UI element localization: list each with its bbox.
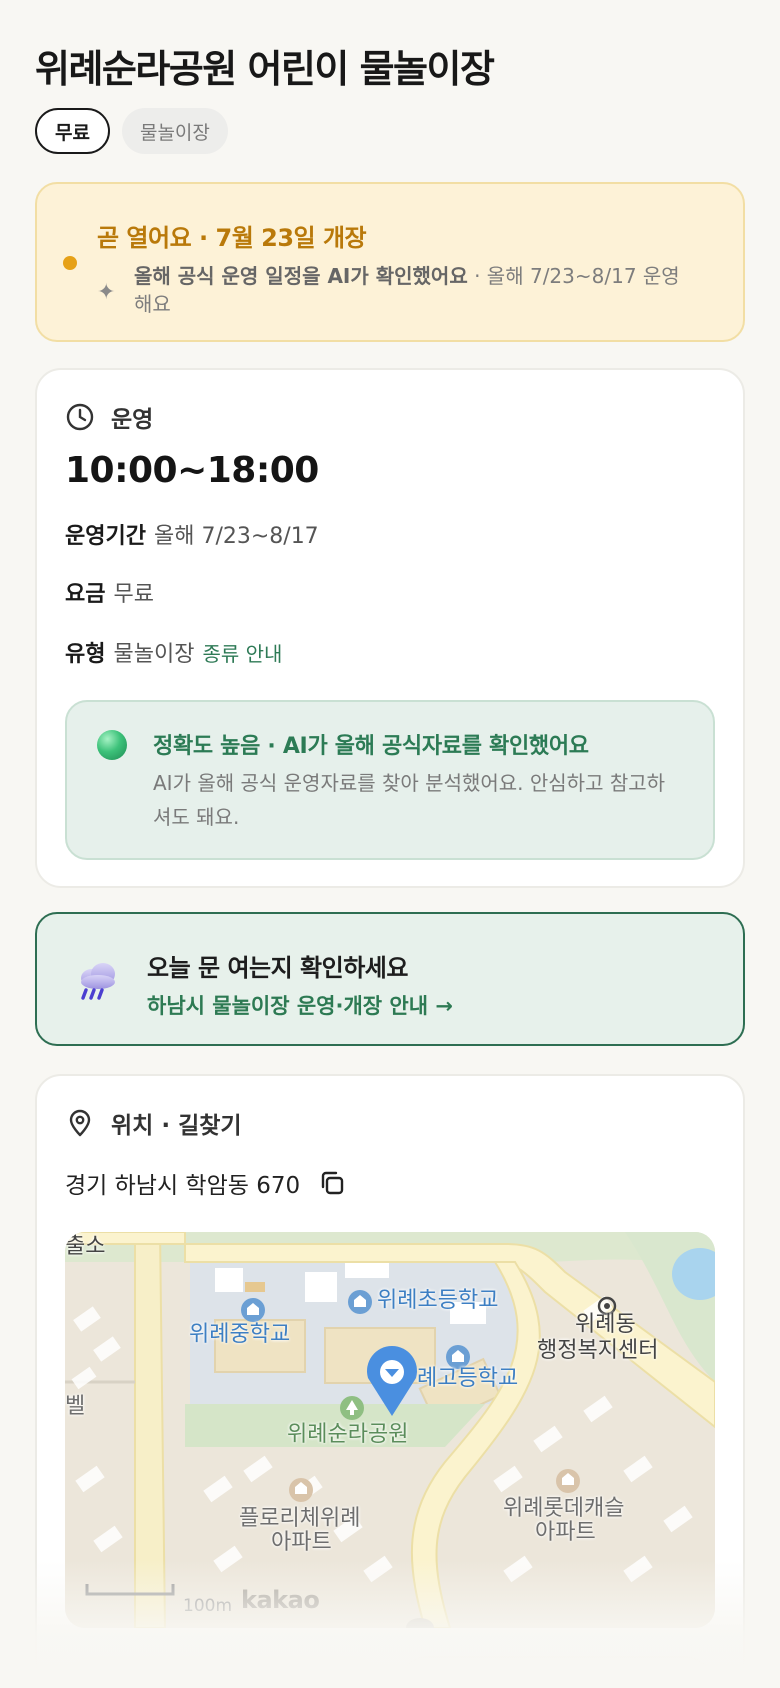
map-label-lotte-castle-suffix: 아파트 bbox=[535, 1520, 596, 1545]
map-label-middle-school: 위례중학교 bbox=[189, 1322, 291, 1347]
copy-icon[interactable] bbox=[318, 1169, 346, 1197]
accuracy-box: 정확도 높음 · AI가 올해 공식자료를 확인했어요 AI가 올해 공식 운영… bbox=[65, 700, 715, 860]
type-label: 유형 bbox=[65, 642, 106, 667]
map-label-edge-cut: 벨 bbox=[65, 1394, 86, 1419]
address-row: 경기 하남시 학암동 670 bbox=[65, 1166, 346, 1200]
type-chip[interactable]: 물놀이장 bbox=[121, 108, 228, 154]
today-check-title: 오늘 문 여는지 확인하세요 bbox=[147, 954, 408, 982]
rain-cloud-icon bbox=[81, 963, 115, 1000]
map-label-elementary-school: 위례초등학교 bbox=[377, 1288, 499, 1313]
ai-lead-text: 올해 공식 운영 일정을 AI가 확인했어요 bbox=[134, 264, 468, 288]
map-label-florice-apartment: 플로리체위례 bbox=[239, 1506, 361, 1531]
period-label: 운영기간 bbox=[65, 524, 146, 549]
fee-row: 요금 무료 bbox=[65, 576, 154, 608]
tag-chips: 무료 물놀이장 bbox=[35, 108, 228, 154]
fee-value: 무료 bbox=[113, 582, 154, 607]
status-dot bbox=[63, 256, 77, 270]
map-label-lotte-castle: 위례롯데캐슬 bbox=[503, 1496, 625, 1521]
location-pin-icon bbox=[69, 1109, 91, 1137]
opening-notice-text: 올해 공식 운영 일정을 AI가 확인했어요 · 올해 7/23~8/17 운영… bbox=[134, 262, 694, 318]
period-row: 운영기간 올해 7/23~8/17 bbox=[65, 518, 319, 550]
accuracy-text: AI가 올해 공식 운영자료를 찾아 분석했어요. 안심하고 참고하셔도 돼요. bbox=[153, 771, 666, 829]
map-label-wirye-dong: 위례동 bbox=[575, 1312, 636, 1337]
today-check-card[interactable]: 오늘 문 여는지 확인하세요 하남시 물놀이장 운영·개장 안내 → bbox=[35, 912, 745, 1046]
period-value: 올해 7/23~8/17 bbox=[153, 524, 319, 549]
opening-notice-banner: 곧 열어요 · 7월 23일 개장 ✦ 올해 공식 운영 일정을 AI가 확인했… bbox=[35, 182, 745, 342]
map-label-park: 위례순라공원 bbox=[287, 1422, 409, 1447]
type-guide-link[interactable]: 종류 안내 bbox=[202, 642, 282, 666]
location-header: 위치 · 길찾기 bbox=[65, 1106, 242, 1140]
map-label-community-center: 행정복지센터 bbox=[537, 1338, 659, 1363]
operating-hours: 10:00~18:00 bbox=[65, 450, 319, 491]
address-text: 경기 하남시 학암동 670 bbox=[65, 1173, 301, 1199]
accuracy-title: 정확도 높음 · AI가 올해 공식자료를 확인했어요 bbox=[153, 734, 589, 759]
operation-label: 운영 bbox=[111, 407, 154, 433]
fee-label: 요금 bbox=[65, 582, 106, 607]
accuracy-indicator-icon bbox=[97, 730, 127, 760]
operation-card: 운영 10:00~18:00 운영기간 올해 7/23~8/17 요금 무료 유형 물… bbox=[35, 368, 745, 888]
operation-header: 운영 bbox=[65, 400, 153, 434]
location-label: 위치 · 길찾기 bbox=[111, 1113, 242, 1139]
opening-notice-title: 곧 열어요 · 7월 23일 개장 bbox=[97, 224, 367, 252]
price-chip[interactable]: 무료 bbox=[35, 108, 110, 154]
map-label-high-school: 례고등학교 bbox=[417, 1366, 519, 1391]
type-row: 유형 물놀이장 종류 안내 bbox=[65, 636, 282, 668]
sparkle-icon: ✦ bbox=[97, 280, 116, 305]
hanam-guide-link[interactable]: 하남시 물놀이장 운영·개장 안내 → bbox=[147, 990, 453, 1020]
map-label-florice-apartment-suffix: 아파트 bbox=[271, 1530, 332, 1555]
clock-icon bbox=[66, 403, 94, 431]
page-title: 위례순라공원 어린이 물놀이장 bbox=[35, 47, 495, 91]
bottom-fade-overlay bbox=[0, 1560, 780, 1688]
map-label-top-cut: 출소 bbox=[65, 1234, 106, 1259]
type-value: 물놀이장 bbox=[113, 642, 195, 667]
